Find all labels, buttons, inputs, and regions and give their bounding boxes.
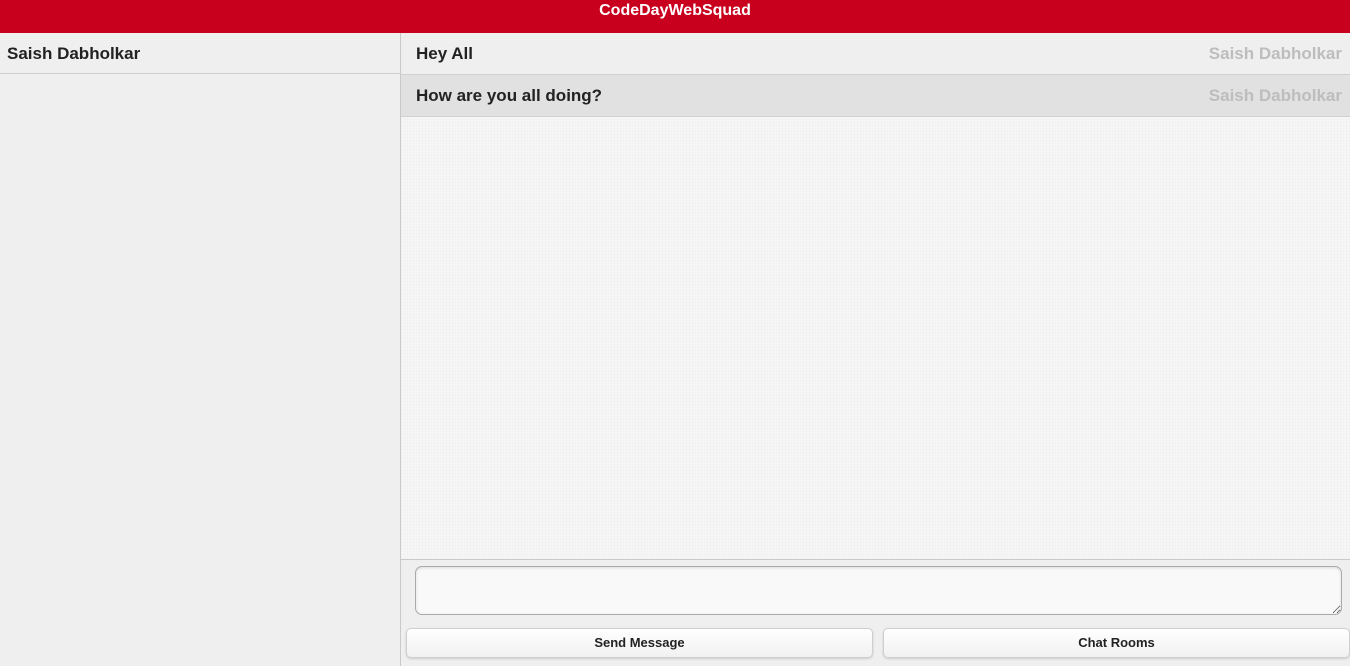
- message-author: Saish Dabholkar: [1208, 44, 1342, 63]
- message-text: How are you all doing?: [416, 86, 603, 105]
- chat-panel: Hey All Saish Dabholkar How are you all …: [401, 33, 1350, 666]
- send-message-button[interactable]: Send Message: [406, 628, 873, 658]
- chat-app: CodeDayWebSquad Saish Dabholkar Hey All …: [0, 0, 1350, 666]
- message-row: How are you all doing? Saish Dabholkar: [401, 75, 1350, 117]
- user-list-item[interactable]: Saish Dabholkar: [0, 33, 400, 74]
- app-title: CodeDayWebSquad: [599, 2, 751, 19]
- user-list-sidebar: Saish Dabholkar: [0, 33, 401, 666]
- app-title-bar: CodeDayWebSquad: [0, 0, 1350, 33]
- message-author: Saish Dabholkar: [1208, 86, 1342, 105]
- message-composer: Send Message Chat Rooms: [401, 559, 1350, 666]
- message-input[interactable]: [415, 566, 1342, 615]
- message-text: Hey All: [416, 44, 474, 63]
- message-list: Hey All Saish Dabholkar How are you all …: [401, 33, 1350, 117]
- user-name: Saish Dabholkar: [7, 44, 141, 63]
- message-row: Hey All Saish Dabholkar: [401, 33, 1350, 75]
- chat-rooms-button[interactable]: Chat Rooms: [883, 628, 1350, 658]
